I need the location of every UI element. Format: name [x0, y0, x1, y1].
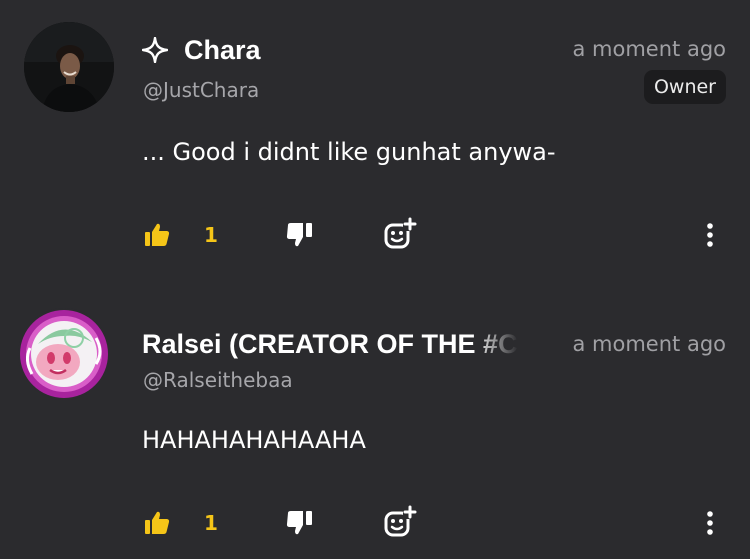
like-count: 1 — [204, 511, 218, 535]
timestamp: a moment ago — [572, 332, 727, 356]
avatar[interactable] — [18, 308, 110, 400]
author-name[interactable]: Ralsei (CREATOR OF THE #C — [142, 329, 518, 360]
vertical-dots-icon — [700, 220, 720, 250]
comment-actions: 1 — [0, 216, 750, 256]
more-options-button[interactable] — [700, 508, 720, 538]
vertical-dots-icon — [700, 508, 720, 538]
comment-text: ... Good i didnt like gunhat anywa- — [142, 138, 556, 166]
dislike-button[interactable] — [286, 222, 314, 248]
thumbs-down-icon — [286, 222, 314, 248]
add-reaction-button[interactable] — [383, 505, 417, 539]
owner-badge: Owner — [643, 70, 726, 104]
like-button[interactable]: 1 — [144, 510, 218, 536]
avatar[interactable] — [24, 22, 114, 112]
thumbs-up-icon — [144, 222, 170, 248]
add-reaction-button[interactable] — [383, 217, 417, 251]
comment-item: Chara a moment ago @JustChara Owner ... … — [0, 0, 750, 290]
timestamp: a moment ago — [572, 37, 727, 61]
dislike-button[interactable] — [286, 510, 314, 536]
author-handle[interactable]: @JustChara — [143, 78, 259, 102]
author-row: Chara — [142, 30, 261, 70]
author-row: Ralsei (CREATOR OF THE #C — [142, 324, 518, 364]
comment-text: HAHAHAHAHAAHA — [142, 426, 366, 454]
thumbs-up-icon — [144, 510, 170, 536]
like-button[interactable]: 1 — [144, 222, 218, 248]
add-emoji-reply-icon — [383, 217, 417, 251]
author-handle[interactable]: @Ralseithebaa — [143, 368, 293, 392]
more-options-button[interactable] — [700, 220, 720, 250]
comment-item: Ralsei (CREATOR OF THE #C a moment ago @… — [0, 296, 750, 559]
add-emoji-reply-icon — [383, 505, 417, 539]
thumbs-down-icon — [286, 510, 314, 536]
sparkle-star-icon — [142, 37, 168, 63]
like-count: 1 — [204, 223, 218, 247]
comment-actions: 1 — [0, 504, 750, 544]
author-name[interactable]: Chara — [184, 35, 261, 66]
